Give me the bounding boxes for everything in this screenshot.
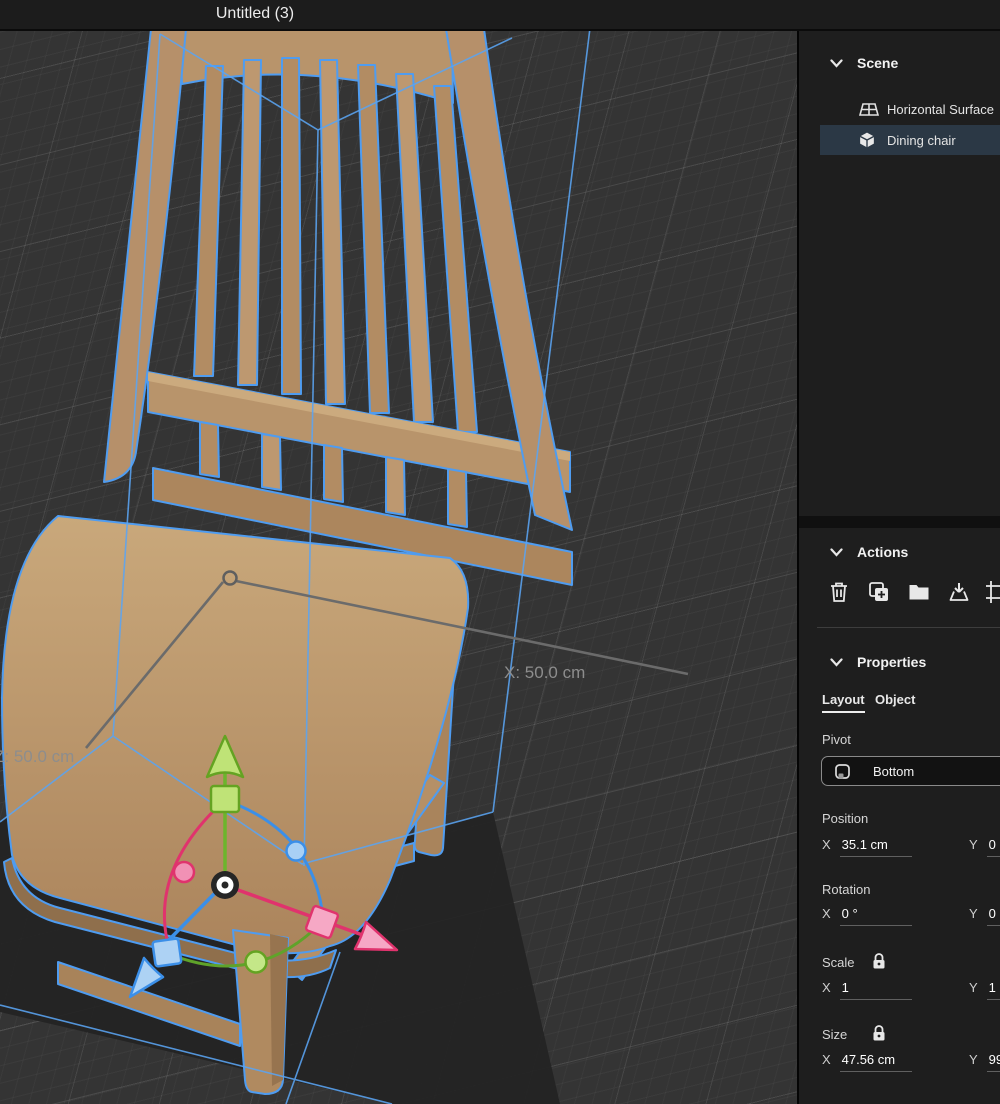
scene-item-dining-chair[interactable]: Dining chair bbox=[820, 125, 1000, 155]
scale-row: X 1 Y 1 bbox=[822, 980, 1000, 1006]
scale-y-handle[interactable] bbox=[211, 786, 239, 812]
scale-x-axis-label: X bbox=[822, 980, 836, 995]
position-x-field[interactable]: 35.1 cm bbox=[840, 837, 912, 857]
size-lock-icon[interactable] bbox=[871, 1024, 887, 1042]
right-panel: Scene Horizontal Surface Dining chair Ac… bbox=[797, 29, 1000, 1104]
import-icon[interactable] bbox=[947, 580, 971, 604]
pivot-dropdown[interactable]: Bottom bbox=[821, 756, 1000, 786]
pivot-bottom-icon bbox=[834, 763, 851, 780]
size-y-axis-label: Y bbox=[969, 1052, 983, 1067]
properties-collapse-chevron-icon[interactable] bbox=[830, 658, 843, 667]
size-row: X 47.56 cm Y 99.29 cm bbox=[822, 1052, 1000, 1078]
panel-separator bbox=[799, 516, 1000, 528]
rotation-y-axis-label: Y bbox=[969, 906, 983, 921]
scale-z-handle[interactable] bbox=[152, 938, 181, 966]
scene-item-horizontal-surface[interactable]: Horizontal Surface bbox=[799, 94, 1000, 124]
aero-app-window: Untitled (3) bbox=[0, 0, 1000, 1104]
actions-header: Actions bbox=[857, 543, 908, 561]
tab-layout[interactable]: Layout bbox=[822, 692, 865, 713]
rotation-y-field[interactable]: 0 ° bbox=[987, 906, 1000, 926]
scale-x-field[interactable]: 1 bbox=[840, 980, 912, 1000]
pivot-value: Bottom bbox=[873, 764, 914, 779]
position-y-axis-label: Y bbox=[969, 837, 983, 852]
title-bar: Untitled (3) bbox=[0, 0, 1000, 31]
tab-object[interactable]: Object bbox=[875, 692, 915, 707]
pivot-label: Pivot bbox=[822, 731, 851, 749]
rotation-row: X 0 ° Y 0 ° bbox=[822, 906, 1000, 932]
group-folder-icon[interactable] bbox=[907, 580, 931, 604]
scene-collapse-chevron-icon[interactable] bbox=[830, 59, 843, 68]
horizontal-surface-icon bbox=[859, 102, 879, 117]
scene-canvas: X: 50.0 cm Z: 50.0 cm bbox=[0, 29, 797, 1104]
cube-icon bbox=[859, 132, 875, 148]
gizmo-center-handle[interactable] bbox=[211, 871, 239, 899]
size-x-field[interactable]: 47.56 cm bbox=[840, 1052, 912, 1072]
document-title: Untitled (3) bbox=[0, 0, 510, 29]
position-x-axis-label: X bbox=[822, 837, 836, 852]
frame-icon[interactable] bbox=[985, 580, 1000, 604]
3d-viewport[interactable]: X: 50.0 cm Z: 50.0 cm bbox=[0, 29, 797, 1104]
position-y-field[interactable]: 0 cm bbox=[987, 837, 1000, 857]
rotate-x-handle[interactable] bbox=[174, 862, 194, 882]
scale-lock-icon[interactable] bbox=[871, 952, 887, 970]
scene-item-label: Dining chair bbox=[887, 133, 956, 148]
duplicate-icon[interactable] bbox=[867, 580, 891, 604]
actions-collapse-chevron-icon[interactable] bbox=[830, 548, 843, 557]
rotate-y-handle[interactable] bbox=[246, 952, 267, 973]
position-row: X 35.1 cm Y 0 cm bbox=[822, 837, 1000, 863]
size-y-field[interactable]: 99.29 cm bbox=[987, 1052, 1000, 1072]
rotation-x-field[interactable]: 0 ° bbox=[840, 906, 912, 926]
delete-icon[interactable] bbox=[827, 580, 851, 604]
rotate-z-handle[interactable] bbox=[287, 842, 306, 861]
properties-header: Properties bbox=[857, 653, 926, 671]
scale-y-field[interactable]: 1 bbox=[987, 980, 1000, 1000]
x-dimension-label: X: 50.0 cm bbox=[504, 663, 585, 682]
position-label: Position bbox=[822, 810, 868, 828]
size-x-axis-label: X bbox=[822, 1052, 836, 1067]
scene-header: Scene bbox=[857, 54, 898, 72]
rotation-label: Rotation bbox=[822, 881, 870, 899]
scale-y-axis-label: Y bbox=[969, 980, 983, 995]
rotation-x-axis-label: X bbox=[822, 906, 836, 921]
size-label: Size bbox=[822, 1026, 847, 1044]
z-dimension-label: Z: 50.0 cm bbox=[0, 747, 74, 766]
scale-label: Scale bbox=[822, 954, 855, 972]
scene-item-label: Horizontal Surface bbox=[887, 102, 994, 117]
section-divider bbox=[817, 627, 1000, 628]
